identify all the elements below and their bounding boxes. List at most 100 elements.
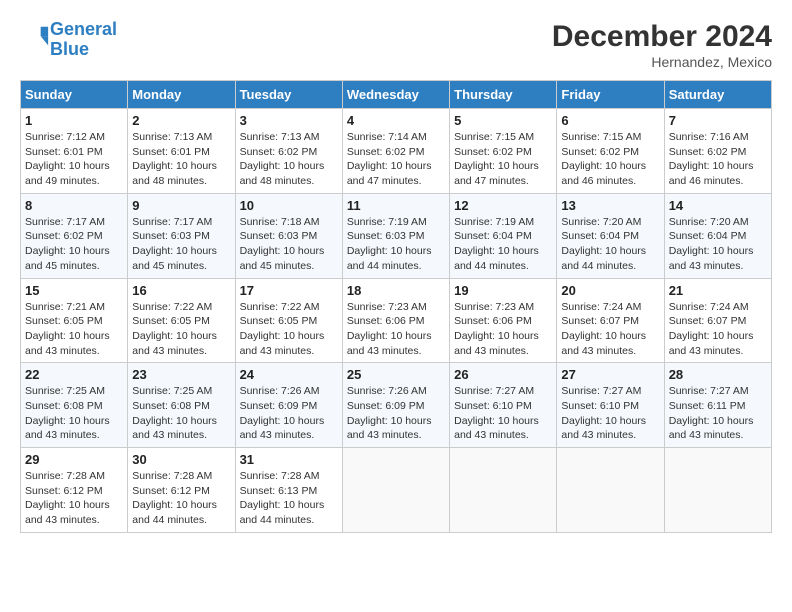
day-number: 7 — [669, 113, 767, 128]
day-number: 2 — [132, 113, 230, 128]
header-wednesday: Wednesday — [342, 81, 449, 109]
logo-text: General Blue — [50, 20, 117, 60]
day-info: Sunrise: 7:28 AM Sunset: 6:12 PM Dayligh… — [132, 469, 230, 528]
logo: General Blue — [20, 20, 117, 60]
day-number: 20 — [561, 283, 659, 298]
table-row: 6 Sunrise: 7:15 AM Sunset: 6:02 PM Daylig… — [557, 109, 664, 194]
table-row: 24 Sunrise: 7:26 AM Sunset: 6:09 PM Dayli… — [235, 363, 342, 448]
table-row: 16 Sunrise: 7:22 AM Sunset: 6:05 PM Dayli… — [128, 278, 235, 363]
table-row: 23 Sunrise: 7:25 AM Sunset: 6:08 PM Dayli… — [128, 363, 235, 448]
day-number: 10 — [240, 198, 338, 213]
day-info: Sunrise: 7:27 AM Sunset: 6:10 PM Dayligh… — [454, 384, 552, 443]
table-row — [450, 448, 557, 533]
day-info: Sunrise: 7:27 AM Sunset: 6:11 PM Dayligh… — [669, 384, 767, 443]
table-row: 8Sunrise: 7:17 AM Sunset: 6:02 PM Daylig… — [21, 193, 128, 278]
day-number: 1 — [25, 113, 123, 128]
day-number: 26 — [454, 367, 552, 382]
table-row: 19 Sunrise: 7:23 AM Sunset: 6:06 PM Dayli… — [450, 278, 557, 363]
day-info: Sunrise: 7:13 AM Sunset: 6:01 PM Dayligh… — [132, 130, 230, 189]
day-info: Sunrise: 7:26 AM Sunset: 6:09 PM Dayligh… — [347, 384, 445, 443]
day-number: 27 — [561, 367, 659, 382]
day-info: Sunrise: 7:23 AM Sunset: 6:06 PM Dayligh… — [454, 300, 552, 359]
day-info: Sunrise: 7:20 AM Sunset: 6:04 PM Dayligh… — [669, 215, 767, 274]
table-row: 18 Sunrise: 7:23 AM Sunset: 6:06 PM Dayli… — [342, 278, 449, 363]
day-number: 24 — [240, 367, 338, 382]
header-thursday: Thursday — [450, 81, 557, 109]
day-number: 28 — [669, 367, 767, 382]
day-info: Sunrise: 7:18 AM Sunset: 6:03 PM Dayligh… — [240, 215, 338, 274]
day-info: Sunrise: 7:20 AM Sunset: 6:04 PM Dayligh… — [561, 215, 659, 274]
day-info: Sunrise: 7:19 AM Sunset: 6:03 PM Dayligh… — [347, 215, 445, 274]
day-info: Sunrise: 7:21 AM Sunset: 6:05 PM Dayligh… — [25, 300, 123, 359]
header-saturday: Saturday — [664, 81, 771, 109]
day-info: Sunrise: 7:26 AM Sunset: 6:09 PM Dayligh… — [240, 384, 338, 443]
day-number: 13 — [561, 198, 659, 213]
table-row: 31Sunrise: 7:28 AM Sunset: 6:13 PM Dayli… — [235, 448, 342, 533]
day-info: Sunrise: 7:27 AM Sunset: 6:10 PM Dayligh… — [561, 384, 659, 443]
calendar-header-row: Sunday Monday Tuesday Wednesday Thursday… — [21, 81, 772, 109]
table-row: 9 Sunrise: 7:17 AM Sunset: 6:03 PM Daylig… — [128, 193, 235, 278]
day-number: 16 — [132, 283, 230, 298]
header-sunday: Sunday — [21, 81, 128, 109]
table-row: 20 Sunrise: 7:24 AM Sunset: 6:07 PM Dayli… — [557, 278, 664, 363]
day-info: Sunrise: 7:13 AM Sunset: 6:02 PM Dayligh… — [240, 130, 338, 189]
table-row: 29 Sunrise: 7:28 AM Sunset: 6:12 PM Dayli… — [21, 448, 128, 533]
day-number: 14 — [669, 198, 767, 213]
day-info: Sunrise: 7:16 AM Sunset: 6:02 PM Dayligh… — [669, 130, 767, 189]
calendar-week-row: 15 Sunrise: 7:21 AM Sunset: 6:05 PM Dayli… — [21, 278, 772, 363]
day-info: Sunrise: 7:12 AM Sunset: 6:01 PM Dayligh… — [25, 130, 123, 189]
day-info: Sunrise: 7:25 AM Sunset: 6:08 PM Dayligh… — [132, 384, 230, 443]
day-info: Sunrise: 7:17 AM Sunset: 6:03 PM Dayligh… — [132, 215, 230, 274]
day-number: 22 — [25, 367, 123, 382]
day-number: 21 — [669, 283, 767, 298]
table-row: 3Sunrise: 7:13 AM Sunset: 6:02 PM Daylig… — [235, 109, 342, 194]
day-info: Sunrise: 7:22 AM Sunset: 6:05 PM Dayligh… — [132, 300, 230, 359]
day-info: Sunrise: 7:14 AM Sunset: 6:02 PM Dayligh… — [347, 130, 445, 189]
day-number: 30 — [132, 452, 230, 467]
table-row: 14 Sunrise: 7:20 AM Sunset: 6:04 PM Dayli… — [664, 193, 771, 278]
table-row: 12Sunrise: 7:19 AM Sunset: 6:04 PM Dayli… — [450, 193, 557, 278]
day-number: 9 — [132, 198, 230, 213]
day-number: 25 — [347, 367, 445, 382]
day-number: 19 — [454, 283, 552, 298]
day-number: 4 — [347, 113, 445, 128]
day-info: Sunrise: 7:22 AM Sunset: 6:05 PM Dayligh… — [240, 300, 338, 359]
table-row: 13 Sunrise: 7:20 AM Sunset: 6:04 PM Dayli… — [557, 193, 664, 278]
calendar-week-row: 22 Sunrise: 7:25 AM Sunset: 6:08 PM Dayli… — [21, 363, 772, 448]
day-info: Sunrise: 7:24 AM Sunset: 6:07 PM Dayligh… — [669, 300, 767, 359]
table-row: 26 Sunrise: 7:27 AM Sunset: 6:10 PM Dayli… — [450, 363, 557, 448]
day-number: 17 — [240, 283, 338, 298]
calendar-week-row: 29 Sunrise: 7:28 AM Sunset: 6:12 PM Dayli… — [21, 448, 772, 533]
header-tuesday: Tuesday — [235, 81, 342, 109]
table-row: 21 Sunrise: 7:24 AM Sunset: 6:07 PM Dayli… — [664, 278, 771, 363]
title-section: December 2024 Hernandez, Mexico — [552, 20, 772, 70]
day-info: Sunrise: 7:15 AM Sunset: 6:02 PM Dayligh… — [561, 130, 659, 189]
header-friday: Friday — [557, 81, 664, 109]
day-number: 5 — [454, 113, 552, 128]
table-row: 30 Sunrise: 7:28 AM Sunset: 6:12 PM Dayli… — [128, 448, 235, 533]
day-info: Sunrise: 7:24 AM Sunset: 6:07 PM Dayligh… — [561, 300, 659, 359]
table-row: 15 Sunrise: 7:21 AM Sunset: 6:05 PM Dayli… — [21, 278, 128, 363]
month-title: December 2024 — [552, 20, 772, 54]
day-info: Sunrise: 7:17 AM Sunset: 6:02 PM Dayligh… — [25, 215, 123, 274]
day-number: 6 — [561, 113, 659, 128]
day-number: 11 — [347, 198, 445, 213]
table-row — [342, 448, 449, 533]
day-number: 29 — [25, 452, 123, 467]
table-row: 17 Sunrise: 7:22 AM Sunset: 6:05 PM Dayli… — [235, 278, 342, 363]
calendar-table: Sunday Monday Tuesday Wednesday Thursday… — [20, 80, 772, 533]
table-row: 25 Sunrise: 7:26 AM Sunset: 6:09 PM Dayli… — [342, 363, 449, 448]
day-info: Sunrise: 7:28 AM Sunset: 6:12 PM Dayligh… — [25, 469, 123, 528]
table-row: 22Sunrise: 7:25 AM Sunset: 6:08 PM Dayli… — [21, 363, 128, 448]
table-row — [664, 448, 771, 533]
day-number: 15 — [25, 283, 123, 298]
table-row: 10 Sunrise: 7:18 AM Sunset: 6:03 PM Dayli… — [235, 193, 342, 278]
day-info: Sunrise: 7:23 AM Sunset: 6:06 PM Dayligh… — [347, 300, 445, 359]
table-row: 4 Sunrise: 7:14 AM Sunset: 6:02 PM Daylig… — [342, 109, 449, 194]
day-info: Sunrise: 7:28 AM Sunset: 6:13 PM Dayligh… — [240, 469, 338, 528]
day-number: 23 — [132, 367, 230, 382]
table-row: 27 Sunrise: 7:27 AM Sunset: 6:10 PM Dayli… — [557, 363, 664, 448]
table-row: 11 Sunrise: 7:19 AM Sunset: 6:03 PM Dayli… — [342, 193, 449, 278]
day-number: 18 — [347, 283, 445, 298]
calendar-week-row: 1 Sunrise: 7:12 AM Sunset: 6:01 PM Daylig… — [21, 109, 772, 194]
